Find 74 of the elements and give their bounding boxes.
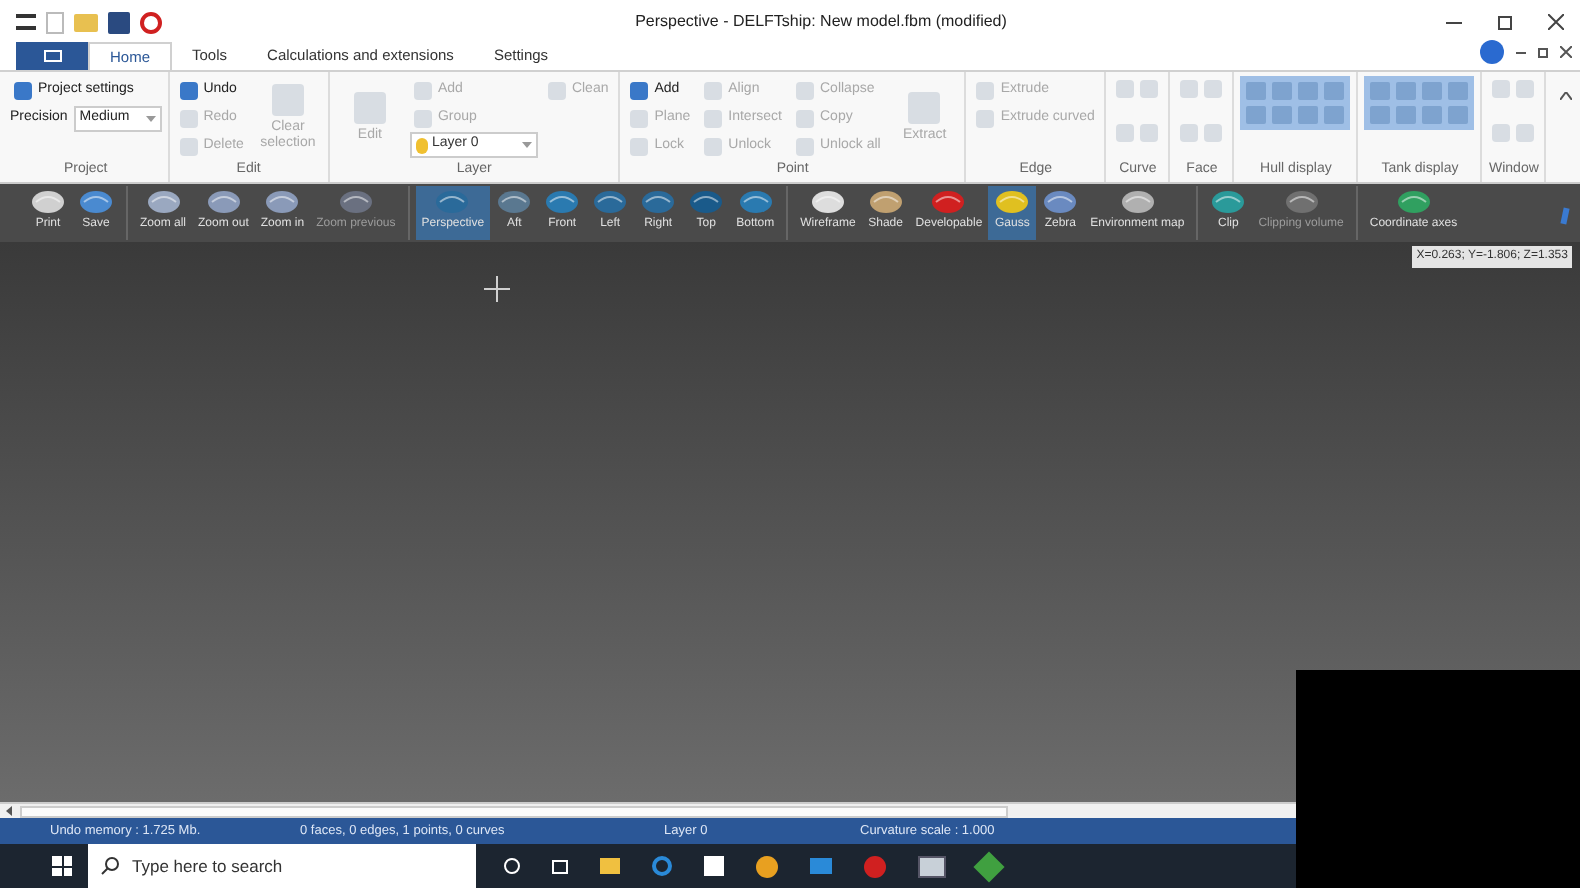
toolbar-icon bbox=[640, 188, 677, 216]
file-menu-icon bbox=[43, 50, 61, 62]
power-icon[interactable] bbox=[140, 11, 162, 33]
caret-icon bbox=[145, 115, 156, 121]
view-mode-icon bbox=[1448, 106, 1469, 124]
toolbar-icon bbox=[1395, 188, 1432, 216]
close-icon[interactable] bbox=[1548, 14, 1564, 30]
toolbar-icon bbox=[930, 188, 967, 216]
search-icon bbox=[100, 856, 120, 876]
folder-icon[interactable] bbox=[74, 13, 98, 31]
toolbar-icon bbox=[496, 188, 533, 216]
toolbar-icon bbox=[205, 188, 242, 216]
display-mode-panel[interactable] bbox=[1364, 76, 1475, 130]
save-icon[interactable] bbox=[108, 11, 130, 33]
power-app-icon[interactable] bbox=[864, 855, 886, 877]
view-mode-icon bbox=[1422, 82, 1443, 100]
toolbar-icon bbox=[809, 188, 846, 216]
toolbar-icon bbox=[30, 188, 66, 216]
view-mode-icon bbox=[1246, 106, 1267, 124]
toolbar-icon bbox=[688, 188, 725, 216]
view-mode-icon bbox=[1370, 82, 1391, 100]
toolbar-icon bbox=[145, 188, 181, 216]
view-mode-icon bbox=[1448, 82, 1469, 100]
toolbar-icon bbox=[1210, 188, 1247, 216]
view-mode-icon bbox=[1298, 82, 1319, 100]
toolbar-icon bbox=[434, 188, 471, 216]
collapse-ribbon-icon[interactable] bbox=[1560, 92, 1572, 100]
view-mode-icon bbox=[1324, 106, 1345, 124]
view-mode-icon bbox=[1272, 82, 1293, 100]
scrollbar-thumb[interactable] bbox=[20, 805, 1008, 817]
crosshair-icon bbox=[484, 276, 510, 302]
help-icon[interactable] bbox=[1480, 40, 1504, 64]
minimize-button[interactable] bbox=[1446, 21, 1462, 23]
toolbar-icon bbox=[994, 188, 1031, 216]
toolbar-icon bbox=[737, 188, 774, 216]
tool-icon bbox=[908, 92, 941, 124]
pin-icon[interactable] bbox=[1560, 207, 1570, 225]
toolbar-icon bbox=[867, 188, 904, 216]
display-mode-panel[interactable] bbox=[1240, 76, 1351, 130]
view-mode-icon bbox=[1324, 82, 1345, 100]
toolbar-icon bbox=[1119, 188, 1156, 216]
minimize-icon[interactable] bbox=[1516, 51, 1526, 53]
restore-icon[interactable] bbox=[1538, 47, 1548, 57]
view-mode-icon bbox=[1422, 106, 1443, 124]
taskbar-search-field[interactable]: Type here to search bbox=[88, 844, 476, 888]
toolbar-icon bbox=[1042, 188, 1079, 216]
view-mode-icon bbox=[1370, 106, 1391, 124]
tool-icon bbox=[353, 92, 386, 124]
tool-icon bbox=[271, 84, 304, 116]
toolbar-icon bbox=[592, 188, 629, 216]
toolbar-icon bbox=[1283, 188, 1320, 216]
scroll-left-icon[interactable] bbox=[6, 806, 12, 816]
toolbar-icon bbox=[78, 188, 114, 216]
new-file-icon[interactable] bbox=[46, 11, 64, 33]
close-icon[interactable] bbox=[1560, 46, 1572, 58]
start-icon[interactable] bbox=[52, 856, 72, 876]
tool-icon bbox=[547, 81, 566, 99]
window-title: Perspective - DELFTship: New model.fbm (modified) bbox=[633, 10, 1009, 34]
toolbar-icon bbox=[264, 188, 301, 216]
view-mode-icon bbox=[1298, 106, 1319, 124]
bulb-icon bbox=[415, 137, 428, 153]
restore-button[interactable] bbox=[1498, 15, 1512, 29]
file-tab[interactable] bbox=[16, 42, 88, 70]
horizontal-scrollbar[interactable] bbox=[0, 802, 1296, 818]
view-mode-icon bbox=[1396, 82, 1417, 100]
toolbar-icon bbox=[544, 188, 581, 216]
caret-icon bbox=[521, 142, 532, 148]
view-mode-icon bbox=[1246, 82, 1267, 100]
task-view-icon[interactable] bbox=[552, 859, 568, 873]
toolbar-icon bbox=[337, 188, 374, 216]
view-mode-icon bbox=[1396, 106, 1417, 124]
menu-icon[interactable] bbox=[16, 14, 36, 30]
tool-icon bbox=[14, 81, 32, 99]
view-mode-icon bbox=[1272, 106, 1293, 124]
